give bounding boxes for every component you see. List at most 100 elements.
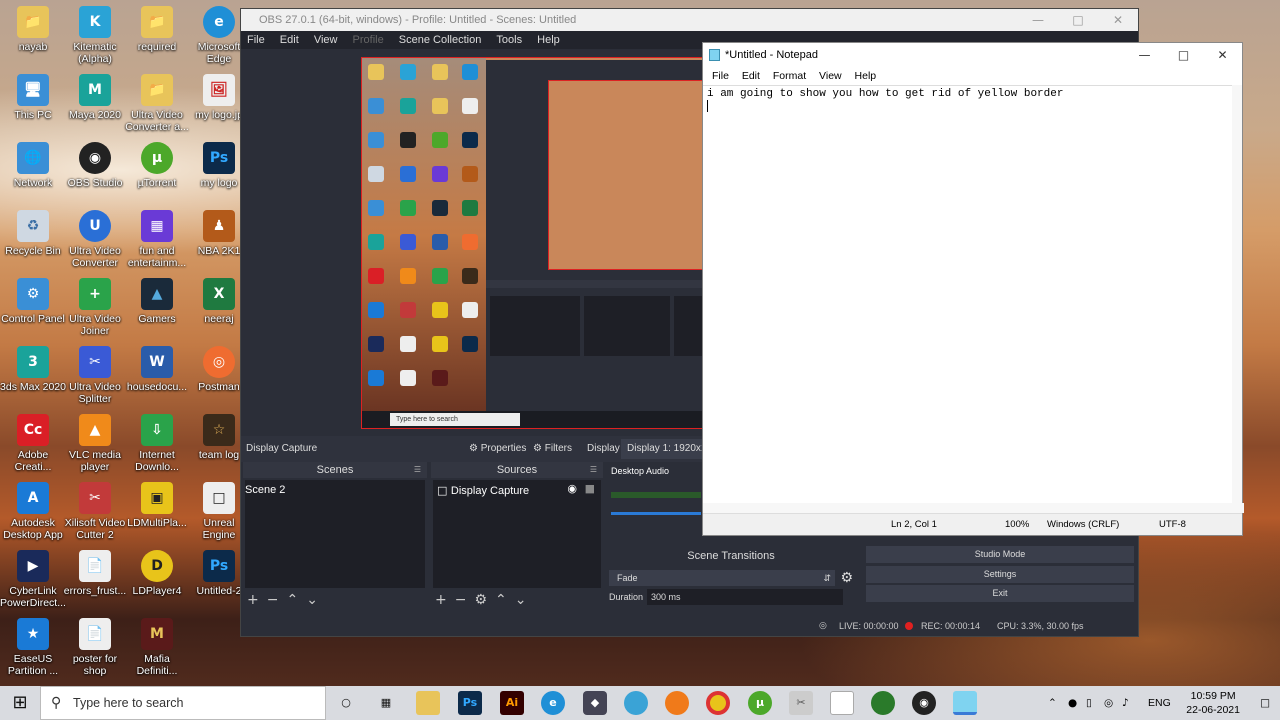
desktop-icon-utorrent[interactable]: µ µTorrent xyxy=(124,140,190,206)
chevron-up-icon[interactable]: ⌃ xyxy=(1048,686,1057,720)
obs-menu-profile[interactable]: Profile xyxy=(353,34,384,46)
move-down-icon[interactable]: ⌄ xyxy=(306,592,318,608)
desktop-icon-uvc-folder[interactable]: 📁 Ultra Video Converter a... xyxy=(124,72,190,138)
maximize-icon[interactable]: □ xyxy=(1164,43,1203,67)
desktop-icon-cyberlink[interactable]: ▶ CyberLink PowerDirect... xyxy=(0,548,66,614)
close-icon[interactable]: ✕ xyxy=(1203,43,1242,67)
microphone-icon[interactable]: ● xyxy=(1068,686,1077,720)
app-icon[interactable] xyxy=(871,691,895,715)
cortana-icon[interactable]: ○ xyxy=(334,691,358,715)
exit-button[interactable]: Exit xyxy=(866,585,1134,602)
notepad-title-bar[interactable]: *Untitled - Notepad — □ ✕ xyxy=(703,43,1242,67)
notepad-icon[interactable] xyxy=(953,691,977,715)
minimize-icon[interactable]: — xyxy=(1125,43,1164,67)
lock-icon[interactable]: ■ xyxy=(585,482,595,495)
source-item[interactable]: □ Display Capture ◉ ■ xyxy=(433,480,601,497)
notepad-menu-view[interactable]: View xyxy=(819,70,842,82)
desktop-icon-kitematic[interactable]: K Kitematic (Alpha) xyxy=(62,4,128,70)
desktop-icon-this-pc[interactable]: 🖥 This PC xyxy=(0,72,66,138)
desktop-icon-housedocu[interactable]: Whousedocu... xyxy=(124,344,190,410)
volume-icon[interactable]: ♪ xyxy=(1122,686,1129,720)
desktop-icon-errors[interactable]: 📄 errors_frust... xyxy=(62,548,128,614)
notepad-menu-edit[interactable]: Edit xyxy=(742,70,760,82)
network-icon[interactable]: ◎ xyxy=(1104,686,1113,720)
notifications-icon[interactable]: □ xyxy=(1260,686,1270,720)
obs-title-bar[interactable]: OBS 27.0.1 (64-bit, windows) - Profile: … xyxy=(241,9,1138,31)
desktop-icon-autodesk[interactable]: A Autodesk Desktop App xyxy=(0,480,66,546)
scene-item[interactable]: Scene 2 xyxy=(245,480,425,496)
taskbar-search-box[interactable]: ⚲ Type here to search xyxy=(40,686,326,720)
eye-icon[interactable]: ◉ xyxy=(567,482,577,495)
desktop-icon-gamers[interactable]: ▲ Gamers xyxy=(124,276,190,342)
photoshop-icon[interactable]: Ps xyxy=(458,691,482,715)
desktop-icon-control-panel[interactable]: ⚙ Control Panel xyxy=(0,276,66,342)
desktop-icon-idm[interactable]: ⇩ Internet Downlo... xyxy=(124,412,190,478)
language-indicator[interactable]: ENG xyxy=(1148,686,1171,720)
filters-button[interactable]: ⚙ Filters xyxy=(533,436,572,462)
add-icon[interactable]: + xyxy=(247,592,259,608)
document-icon[interactable] xyxy=(830,691,854,715)
desktop-icon-vlc[interactable]: ▲ VLC media player xyxy=(62,412,128,478)
notepad-text-area[interactable]: i am going to show you how to get rid of… xyxy=(703,85,1234,503)
clock[interactable]: 10:59 PM 22-06-2021 xyxy=(1186,689,1240,717)
utorrent-icon[interactable]: µ xyxy=(748,691,772,715)
duration-input[interactable]: 300 ms xyxy=(647,589,843,605)
transition-select[interactable]: Fade ⇵ xyxy=(609,570,835,586)
illustrator-icon[interactable]: Ai xyxy=(500,691,524,715)
unity-icon[interactable]: ◆ xyxy=(583,691,607,715)
dock-menu-icon[interactable]: ☰ xyxy=(590,462,597,478)
desktop-icon-mafia[interactable]: M Mafia Definiti... xyxy=(124,616,190,682)
volume-slider[interactable] xyxy=(611,512,701,515)
desktop-icon-network[interactable]: 🌐 Network xyxy=(0,140,66,206)
desktop-icon-obs[interactable]: ◉ OBS Studio xyxy=(62,140,128,206)
battery-icon[interactable]: ▯ xyxy=(1086,686,1092,720)
desktop-icon-ldmultiplayer[interactable]: ▣ LDMultiPla... xyxy=(124,480,190,546)
move-up-icon[interactable]: ⌃ xyxy=(286,592,298,608)
desktop-icon-ultra-video-joiner[interactable]: + Ultra Video Joiner xyxy=(62,276,128,342)
desktop-icon-ultra-video-converter[interactable]: U Ultra Video Converter xyxy=(62,208,128,274)
snip-tool-icon[interactable]: ✂ xyxy=(789,691,813,715)
notepad-menu-format[interactable]: Format xyxy=(773,70,806,82)
move-down-icon[interactable]: ⌄ xyxy=(515,592,527,608)
gear-icon[interactable]: ⚙ xyxy=(840,570,853,586)
move-up-icon[interactable]: ⌃ xyxy=(495,592,507,608)
obs-icon[interactable]: ◉ xyxy=(912,691,936,715)
desktop-icon-nayab[interactable]: 📁 nayab xyxy=(0,4,66,70)
studio-mode-button[interactable]: Studio Mode xyxy=(866,546,1134,563)
desktop-icon-maya[interactable]: M Maya 2020 xyxy=(62,72,128,138)
desktop-icon-fun-entertainment[interactable]: ▦ fun and entertainm... xyxy=(124,208,190,274)
obs-menu-view[interactable]: View xyxy=(314,34,338,46)
preview-canvas[interactable]: Type here to search xyxy=(361,57,703,429)
gear-icon[interactable]: ⚙ xyxy=(474,592,487,608)
add-icon[interactable]: + xyxy=(435,592,447,608)
notepad-menu-file[interactable]: File xyxy=(712,70,729,82)
desktop-icon-recycle-bin[interactable]: ♻ Recycle Bin xyxy=(0,208,66,274)
settings-button[interactable]: Settings xyxy=(866,566,1134,583)
obs-menu-edit[interactable]: Edit xyxy=(280,34,299,46)
task-view-icon[interactable]: ▦ xyxy=(374,691,398,715)
desktop-icon-xilisoft[interactable]: ✂ Xilisoft Video Cutter 2 xyxy=(62,480,128,546)
close-icon[interactable]: ✕ xyxy=(1098,9,1138,31)
edge-icon[interactable]: e xyxy=(541,691,565,715)
obs-menu-help[interactable]: Help xyxy=(537,34,560,46)
desktop-icon-3ds-max[interactable]: 3 3ds Max 2020 xyxy=(0,344,66,410)
file-explorer-icon[interactable] xyxy=(416,691,440,715)
desktop-icon-adobe-cc[interactable]: Cc Adobe Creati... xyxy=(0,412,66,478)
horizontal-scrollbar[interactable] xyxy=(703,503,1244,513)
remove-icon[interactable]: − xyxy=(455,592,467,608)
minimize-icon[interactable]: — xyxy=(1018,9,1058,31)
dock-menu-icon[interactable]: ☰ xyxy=(414,462,421,478)
firefox-icon[interactable] xyxy=(665,691,689,715)
desktop-icon-ldplayer[interactable]: D LDPlayer4 xyxy=(124,548,190,614)
chrome-icon[interactable] xyxy=(706,691,730,715)
desktop-icon-ultra-video-splitter[interactable]: ✂ Ultra Video Splitter xyxy=(62,344,128,410)
desktop-icon-poster[interactable]: 📄 poster for shop xyxy=(62,616,128,682)
maximize-icon[interactable]: □ xyxy=(1058,9,1098,31)
windows-start-icon[interactable]: ⊞ xyxy=(0,686,40,720)
obs-menu-file[interactable]: File xyxy=(247,34,265,46)
vertical-scrollbar[interactable] xyxy=(1232,85,1242,503)
obs-menu-tools[interactable]: Tools xyxy=(496,34,522,46)
desktop-icon-easeus[interactable]: ★ EaseUS Partition ... xyxy=(0,616,66,682)
properties-button[interactable]: ⚙ Properties xyxy=(469,436,526,462)
notepad-menu-help[interactable]: Help xyxy=(855,70,877,82)
